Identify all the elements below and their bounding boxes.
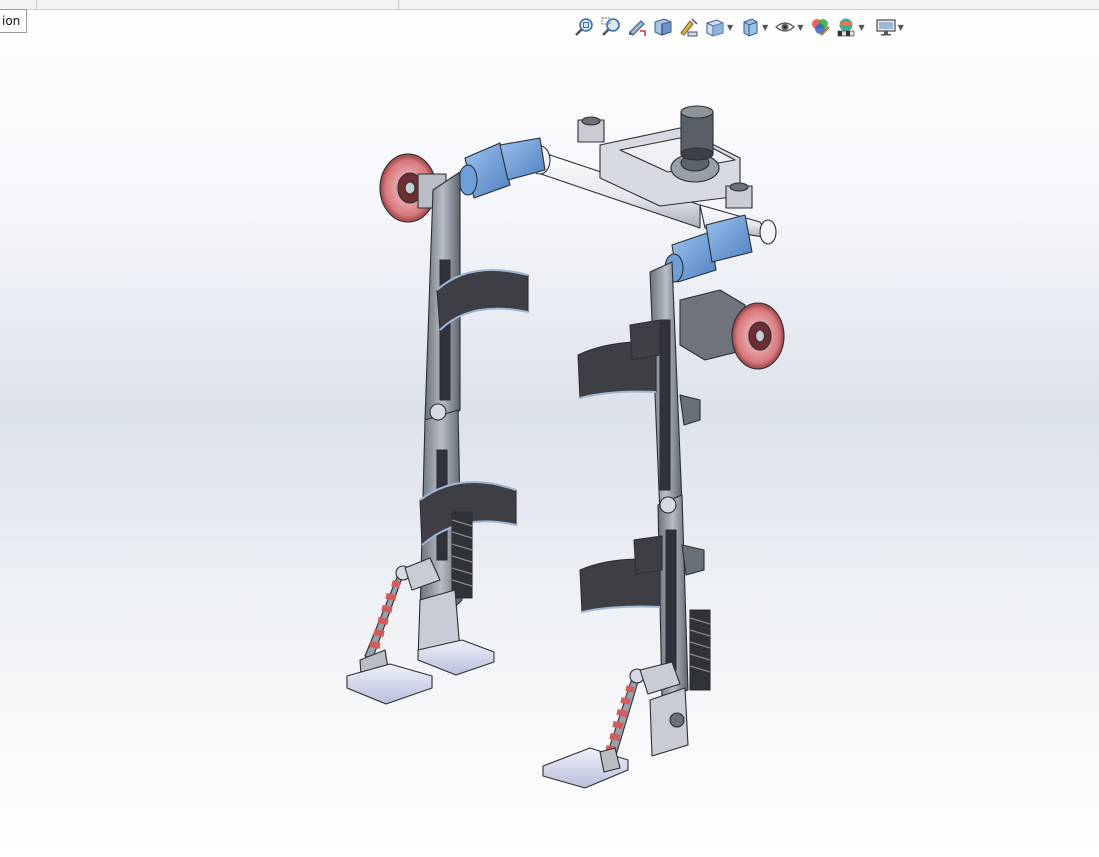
strip-segment [0, 0, 37, 9]
chevron-down-icon[interactable]: ▼ [898, 23, 904, 32]
zoom-to-fit-button[interactable] [574, 14, 596, 40]
appearance-icon [812, 19, 831, 36]
scene-icon [838, 18, 855, 37]
strap-right-thigh[interactable] [577, 319, 661, 399]
hip-joint-left[interactable] [458, 137, 546, 199]
annotation-views-icon [680, 18, 698, 37]
foot-right-rear[interactable] [649, 687, 689, 757]
wheel-right[interactable] [679, 289, 785, 370]
previous-view-button[interactable] [626, 14, 648, 40]
hide-show-items-button[interactable]: ▼ [774, 14, 807, 40]
section-view-icon [654, 18, 672, 36]
chevron-down-icon[interactable]: ▼ [858, 23, 864, 32]
exoskeleton-model[interactable] [346, 105, 785, 789]
display-style-icon [743, 18, 758, 37]
title-strip [0, 0, 1099, 10]
heads-up-view-toolbar: ▼ ▼ ▼ ▼ ▼ [574, 14, 908, 40]
section-view-button[interactable] [652, 14, 674, 40]
hip-joint-right[interactable] [664, 214, 753, 283]
edit-appearance-button[interactable] [809, 14, 831, 40]
zoom-area-icon [601, 17, 620, 36]
foot-right-front[interactable] [542, 747, 629, 789]
chevron-down-icon[interactable]: ▼ [762, 23, 768, 32]
graphics-area[interactable] [0, 40, 1099, 857]
view-orientation-icon [706, 19, 724, 37]
damper-left[interactable] [451, 511, 473, 599]
zoom-to-area-button[interactable] [600, 14, 622, 40]
eye-icon [775, 22, 796, 32]
strap-left-thigh[interactable] [436, 269, 529, 331]
damper-right[interactable] [689, 609, 711, 691]
view-orientation-button[interactable]: ▼ [704, 14, 737, 40]
view-settings-button[interactable]: ▼ [875, 14, 908, 40]
display-style-button[interactable]: ▼ [739, 14, 772, 40]
strap-right-shank[interactable] [579, 535, 663, 613]
zoom-fit-icon [575, 18, 593, 36]
monitor-icon [875, 19, 896, 36]
chevron-down-icon[interactable]: ▼ [797, 23, 803, 32]
foot-left-rear[interactable] [417, 589, 495, 676]
annotation-views-button[interactable] [678, 14, 700, 40]
previous-view-icon [629, 20, 646, 36]
chevron-down-icon[interactable]: ▼ [727, 23, 733, 32]
tree-tab-label[interactable]: ion [0, 9, 28, 33]
strip-segment [36, 0, 399, 9]
apply-scene-button[interactable]: ▼ [835, 14, 868, 40]
motor-cylinder[interactable] [680, 105, 714, 161]
